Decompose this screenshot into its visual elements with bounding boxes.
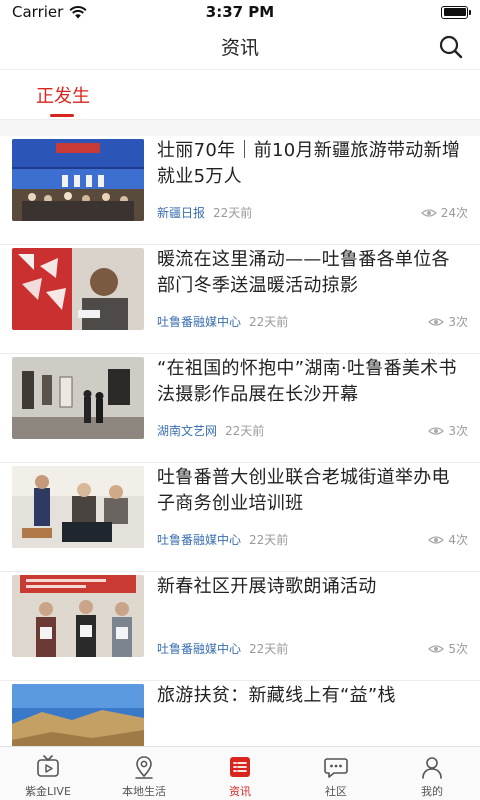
news-item[interactable]: “在祖国的怀抱中”湖南·吐鲁番美术书法摄影作品展在长沙开幕 湖南文艺网 22天前 … bbox=[0, 354, 480, 463]
news-item[interactable]: 吐鲁番普大创业联合老城街道举办电子商务创业培训班 吐鲁番融媒中心 22天前 4次 bbox=[0, 463, 480, 572]
news-thumbnail-elderly-man[interactable] bbox=[12, 248, 144, 330]
tab-zijin-live[interactable]: 紫金LIVE bbox=[0, 747, 96, 800]
news-view-count: 5次 bbox=[448, 642, 468, 656]
battery-icon bbox=[441, 5, 471, 19]
tab-zhengfasheng[interactable]: 正发生 bbox=[36, 82, 90, 108]
news-item[interactable]: 暖流在这里涌动——吐鲁番各单位各部门冬季送温暖活动掠影 吐鲁番融媒中心 22天前 … bbox=[0, 245, 480, 354]
news-time: 22天前 bbox=[225, 424, 265, 438]
eye-icon bbox=[420, 209, 437, 217]
news-views: 5次 bbox=[428, 640, 468, 658]
news-item[interactable]: 壮丽70年｜前10月新疆旅游带动新增就业5万人 新疆日报 22天前 24次 bbox=[0, 136, 480, 245]
tab-label: 紫金LIVE bbox=[25, 785, 71, 798]
location-pin-icon bbox=[135, 756, 153, 779]
eye-icon bbox=[428, 427, 445, 435]
bottom-tab-bar: 紫金LIVE 本地生活 资讯 社区 我的 bbox=[0, 746, 480, 800]
news-title[interactable]: 吐鲁番普大创业联合老城街道举办电子商务创业培训班 bbox=[157, 465, 465, 517]
tab-mine[interactable]: 我的 bbox=[384, 747, 480, 800]
tab-news[interactable]: 资讯 bbox=[192, 747, 288, 800]
tab-label: 我的 bbox=[421, 785, 443, 798]
news-views: 24次 bbox=[420, 204, 468, 222]
news-source[interactable]: 吐鲁番融媒中心 bbox=[157, 642, 241, 656]
eye-icon bbox=[428, 645, 445, 653]
search-icon[interactable] bbox=[438, 34, 464, 60]
news-item[interactable]: 新春社区开展诗歌朗诵活动 吐鲁番融媒中心 22天前 5次 bbox=[0, 572, 480, 681]
tv-icon bbox=[37, 755, 59, 777]
news-thumbnail-landscape[interactable] bbox=[12, 684, 144, 746]
news-time: 22天前 bbox=[249, 642, 289, 656]
news-time: 22天前 bbox=[249, 533, 289, 547]
news-meta: 湖南文艺网 22天前 3次 bbox=[157, 422, 468, 440]
news-list-icon bbox=[230, 757, 250, 777]
news-title[interactable]: 新春社区开展诗歌朗诵活动 bbox=[157, 574, 465, 600]
news-source[interactable]: 湖南文艺网 bbox=[157, 424, 217, 438]
news-meta: 吐鲁番融媒中心 22天前 3次 bbox=[157, 313, 468, 331]
news-views: 4次 bbox=[428, 531, 468, 549]
news-time: 22天前 bbox=[249, 315, 289, 329]
user-icon bbox=[422, 757, 442, 779]
news-meta: 新疆日报 22天前 24次 bbox=[157, 204, 468, 222]
news-source[interactable]: 吐鲁番融媒中心 bbox=[157, 315, 241, 329]
news-thumbnail-stage-performance[interactable] bbox=[12, 139, 144, 221]
chat-bubble-icon bbox=[324, 758, 348, 778]
news-thumbnail-art-exhibition[interactable] bbox=[12, 357, 144, 439]
carrier-label: Carrier bbox=[12, 3, 64, 21]
page-title: 资讯 bbox=[220, 37, 259, 59]
tab-local-life[interactable]: 本地生活 bbox=[96, 747, 192, 800]
news-view-count: 3次 bbox=[448, 315, 468, 329]
category-tab-strip: 正发生 bbox=[0, 70, 480, 120]
status-bar: Carrier 3:37 PM bbox=[0, 0, 480, 24]
tab-label: 社区 bbox=[325, 785, 347, 798]
eye-icon bbox=[428, 536, 445, 544]
wifi-icon bbox=[69, 5, 87, 18]
news-view-count: 3次 bbox=[448, 424, 468, 438]
news-source[interactable]: 新疆日报 bbox=[157, 206, 205, 220]
news-source[interactable]: 吐鲁番融媒中心 bbox=[157, 533, 241, 547]
news-thumbnail-training-class[interactable] bbox=[12, 466, 144, 548]
news-title[interactable]: 旅游扶贫：新藏线上有“益”栈 bbox=[157, 683, 465, 709]
news-thumbnail-poetry-reading[interactable] bbox=[12, 575, 144, 657]
news-view-count: 24次 bbox=[440, 206, 468, 220]
news-list: 壮丽70年｜前10月新疆旅游带动新增就业5万人 新疆日报 22天前 24次 暖流在… bbox=[0, 136, 480, 746]
news-time: 22天前 bbox=[213, 206, 253, 220]
nav-bar: 资讯 bbox=[0, 24, 480, 70]
news-title[interactable]: 暖流在这里涌动——吐鲁番各单位各部门冬季送温暖活动掠影 bbox=[157, 247, 465, 299]
eye-icon bbox=[428, 318, 445, 326]
news-title[interactable]: 壮丽70年｜前10月新疆旅游带动新增就业5万人 bbox=[157, 138, 465, 190]
news-view-count: 4次 bbox=[448, 533, 468, 547]
tab-label: 资讯 bbox=[229, 785, 251, 798]
tab-community[interactable]: 社区 bbox=[288, 747, 384, 800]
section-divider bbox=[0, 120, 480, 136]
tab-label: 本地生活 bbox=[122, 785, 166, 798]
news-views: 3次 bbox=[428, 422, 468, 440]
news-item[interactable]: 旅游扶贫：新藏线上有“益”栈 bbox=[0, 681, 480, 746]
news-views: 3次 bbox=[428, 313, 468, 331]
active-tab-indicator bbox=[50, 114, 74, 117]
news-meta: 吐鲁番融媒中心 22天前 5次 bbox=[157, 640, 468, 658]
news-meta: 吐鲁番融媒中心 22天前 4次 bbox=[157, 531, 468, 549]
status-left: Carrier bbox=[12, 3, 87, 21]
news-title[interactable]: “在祖国的怀抱中”湖南·吐鲁番美术书法摄影作品展在长沙开幕 bbox=[157, 356, 465, 408]
